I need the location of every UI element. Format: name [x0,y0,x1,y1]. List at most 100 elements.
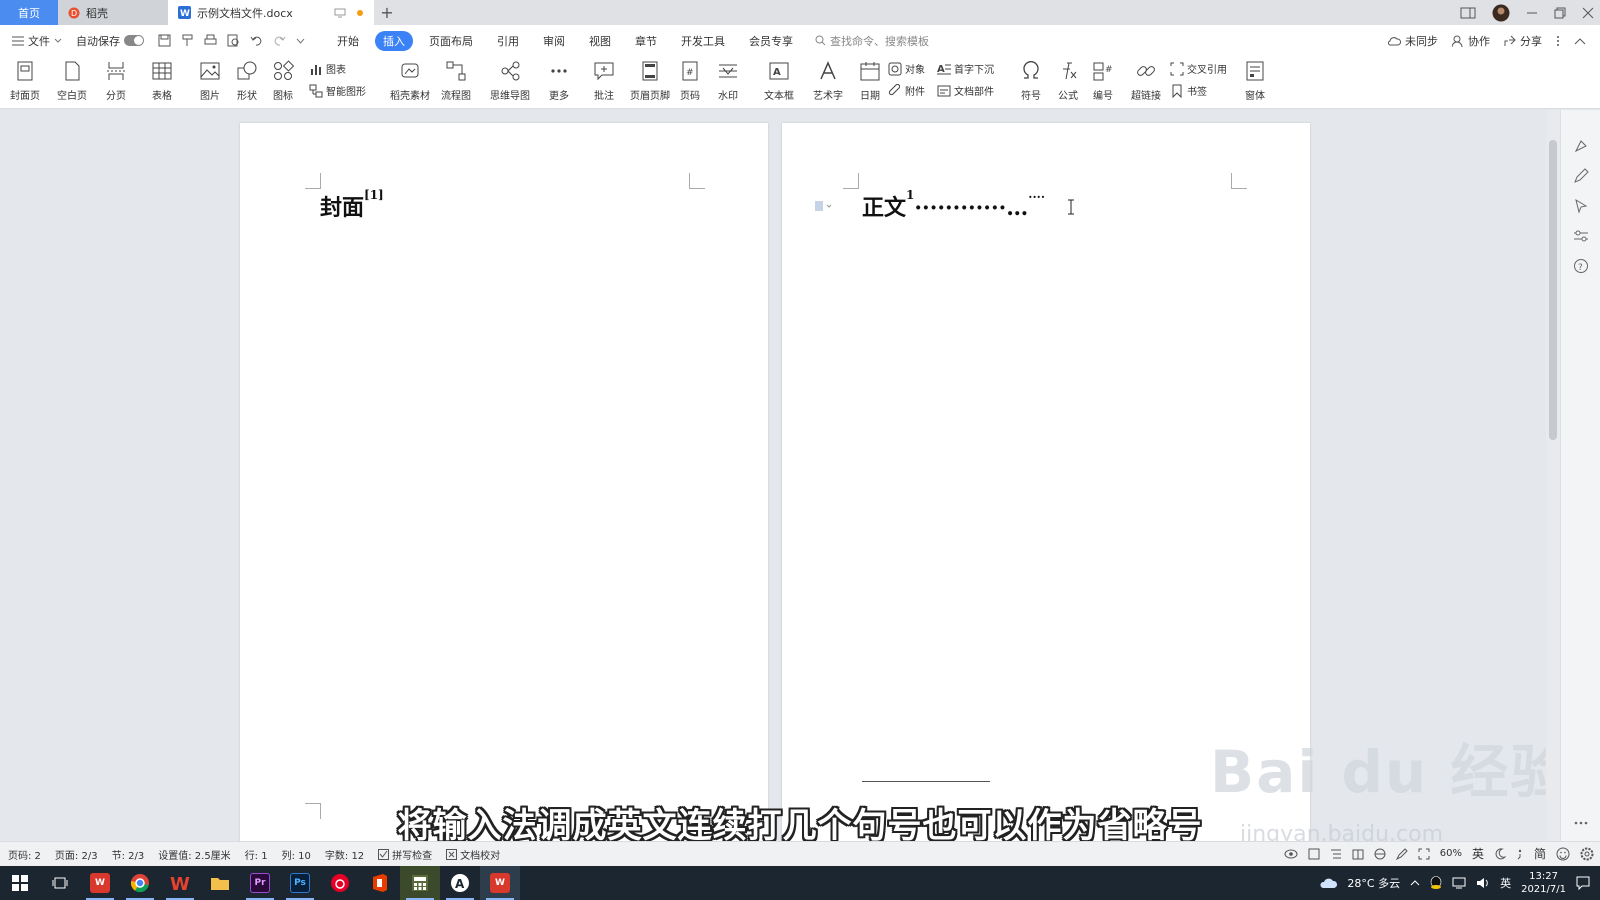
vertical-scrollbar[interactable] [1546,110,1560,841]
outline-view-icon[interactable] [1330,848,1342,860]
taskbar-app-explorer[interactable] [200,866,240,900]
web-view-icon[interactable] [1374,848,1386,860]
restore-icon[interactable] [1554,7,1566,19]
more-vertical-icon[interactable] [1556,35,1560,47]
tab-section[interactable]: 章节 [627,31,665,51]
flowchart-button[interactable]: 流程图 [441,60,471,102]
footnote-ref[interactable]: 1 [906,188,914,202]
layout-icon[interactable] [1460,7,1476,19]
style-icon[interactable] [1573,138,1589,154]
form-window-button[interactable]: 窗体 [1244,60,1266,102]
task-view-button[interactable] [40,866,80,900]
unsaved-dot-icon[interactable] [356,9,364,17]
tab-view[interactable]: 视图 [581,31,619,51]
save-icon[interactable] [158,34,171,47]
status-page[interactable]: 页面: 2/3 [55,847,98,862]
header-footer-button[interactable]: 页眉页脚 [630,60,670,102]
taskbar-app-wps-red[interactable]: W [80,866,120,900]
shape-button[interactable]: 形状 [236,60,258,102]
tab-start[interactable]: 开始 [329,31,367,51]
mindmap-button[interactable]: 思维导图 [490,60,530,102]
status-setting[interactable]: 设置值: 2.5厘米 [158,847,230,862]
ime-mode-indicator[interactable]: 简 [1534,845,1546,862]
qq-icon[interactable] [1430,876,1442,890]
object-button[interactable]: 对象 [888,61,925,76]
proofread-button[interactable]: 文档校对 [446,847,500,862]
tab-reference[interactable]: 引用 [489,31,527,51]
smartart-button[interactable]: 智能图形 [309,83,366,98]
customize-icon[interactable] [296,36,305,45]
status-wordcount[interactable]: 字数: 12 [325,847,364,862]
print-icon[interactable] [204,34,217,47]
weather-text[interactable]: 28°C 多云 [1347,875,1400,891]
numbering-button[interactable]: # 编号 [1092,60,1114,102]
file-menu[interactable]: 文件 [12,33,62,49]
formula-button[interactable]: 公式 [1057,60,1079,102]
page-number-button[interactable]: # 页码 [679,60,701,102]
ime-lang-indicator[interactable]: 英 [1472,845,1484,862]
tab-document[interactable]: W 示例文档文件.docx [168,0,374,25]
volume-icon[interactable] [1476,877,1490,889]
tab-developer[interactable]: 开发工具 [673,31,733,51]
crossref-button[interactable]: 交叉引用 [1170,61,1227,76]
tab-daoke[interactable]: D 稻壳 [58,0,168,25]
command-search[interactable]: 查找命令、搜索模板 [815,33,929,49]
emoji-icon[interactable] [1556,847,1570,861]
picture-button[interactable]: 图片 [199,60,221,102]
symbol-button[interactable]: 符号 [1020,60,1042,102]
taskbar-app-chrome[interactable] [120,866,160,900]
cover-page-button[interactable]: 封面页 [10,60,40,102]
status-section[interactable]: 节: 2/3 [112,847,145,862]
more-horizontal-icon[interactable] [1573,820,1589,836]
tab-insert[interactable]: 插入 [375,30,413,51]
zoom-level[interactable]: 60% [1440,848,1462,859]
minimize-icon[interactable] [1526,7,1538,19]
watermark-button[interactable]: 水印 [717,60,739,102]
status-page-code[interactable]: 页码: 2 [8,847,41,862]
write-icon[interactable] [1395,847,1408,860]
taskbar-app-a[interactable]: A [440,866,480,900]
icon-library-button[interactable]: 图标 [272,60,294,102]
punct-icon[interactable] [1516,848,1524,860]
pen-icon[interactable] [1573,168,1589,184]
taskbar-app-calculator[interactable] [400,866,440,900]
gear-icon[interactable] [1580,847,1594,861]
avatar[interactable] [1492,4,1510,22]
table-button[interactable]: 表格 [151,60,173,102]
daoke-material-button[interactable]: 稻壳素材 [390,60,430,102]
close-icon[interactable] [1582,7,1594,19]
monitor-icon[interactable] [334,8,346,18]
body-heading[interactable]: 正文1············…···· [862,188,1045,222]
settings-sliders-icon[interactable] [1573,228,1589,244]
sync-button[interactable]: 未同步 [1388,33,1438,49]
tab-page-layout[interactable]: 页面布局 [421,31,481,51]
taskbar-app-netease-music[interactable] [320,866,360,900]
page-break-button[interactable]: 分页 [105,60,127,102]
paragraph-menu-icon[interactable] [814,200,834,212]
moon-icon[interactable] [1494,847,1506,860]
page-1[interactable]: 封面[1] [240,123,768,841]
undo-icon[interactable] [250,34,263,47]
chart-button[interactable]: 图表 [309,61,346,76]
print-preview-icon[interactable] [227,34,240,47]
help-icon[interactable]: ? [1573,258,1589,274]
hyperlink-button[interactable]: 超链接 [1131,60,1161,102]
eye-icon[interactable] [1284,849,1298,859]
dropcap-button[interactable]: A 首字下沉 [937,61,994,76]
textbox-button[interactable]: A 文本框 [764,60,794,102]
attachment-button[interactable]: 附件 [888,83,925,98]
cover-heading[interactable]: 封面[1] [320,188,384,222]
collaborate-button[interactable]: 协作 [1452,33,1490,49]
fit-icon[interactable] [1418,848,1430,860]
doc-parts-button[interactable]: 文档部件 [937,83,994,98]
network-icon[interactable] [1452,877,1466,889]
autosave-toggle[interactable]: 自动保存 [76,33,144,49]
share-button[interactable]: 分享 [1504,33,1542,49]
redo-icon[interactable] [273,34,286,47]
comment-button[interactable]: 批注 [593,60,615,102]
footnote-ref[interactable]: [1] [364,188,384,202]
format-painter-icon[interactable] [181,34,194,47]
scrollbar-thumb[interactable] [1549,140,1557,440]
weather-cloud-icon[interactable] [1319,877,1338,889]
blank-page-button[interactable]: 空白页 [57,60,87,102]
